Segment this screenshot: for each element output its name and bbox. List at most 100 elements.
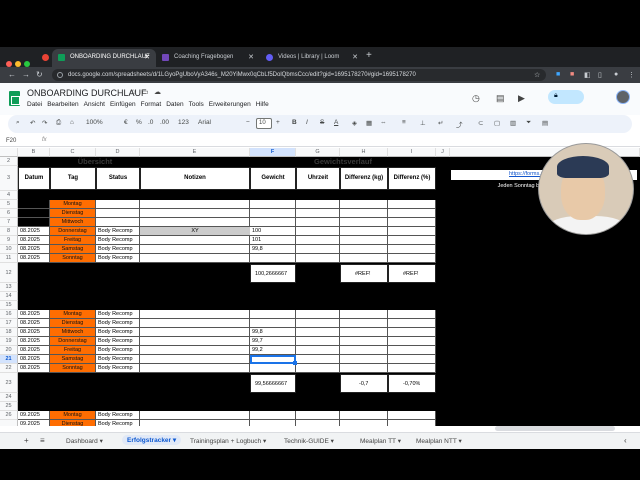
week1-cell[interactable] bbox=[140, 200, 250, 209]
menu-datei[interactable]: Datei bbox=[27, 101, 42, 108]
bold-button[interactable]: B bbox=[292, 119, 297, 126]
week1-avg-cell[interactable]: 100,2666667 bbox=[250, 264, 296, 283]
week1-day[interactable]: Montag bbox=[50, 200, 96, 209]
week3-cell[interactable] bbox=[388, 420, 436, 426]
week2-day[interactable]: Dienstag bbox=[50, 319, 96, 328]
name-box[interactable]: F20 bbox=[6, 138, 16, 144]
week1-diff-pct-cell[interactable]: #REF! bbox=[388, 264, 436, 283]
header-cell-tag[interactable]: Tag bbox=[50, 167, 96, 190]
site-info-icon[interactable] bbox=[57, 72, 63, 78]
week1-cell[interactable] bbox=[140, 236, 250, 245]
week2-weight[interactable]: 99,7 bbox=[250, 337, 296, 346]
google-sheets-logo-icon[interactable] bbox=[9, 91, 20, 106]
currency-format-button[interactable]: € bbox=[124, 119, 128, 126]
week1-cell[interactable] bbox=[140, 209, 250, 218]
week2-date[interactable]: 08.2025 bbox=[18, 337, 50, 346]
row-header[interactable]: 2 bbox=[0, 157, 18, 166]
week1-cell[interactable] bbox=[296, 218, 340, 227]
new-tab-icon[interactable]: + bbox=[366, 50, 372, 61]
week1-date[interactable]: 08.2025 bbox=[18, 227, 50, 236]
row-header[interactable]: 4 bbox=[0, 191, 18, 200]
sheet-tab-erfolgstracker[interactable]: Erfolgstracker ▾ bbox=[122, 435, 182, 445]
row-header[interactable]: 13 bbox=[0, 283, 18, 292]
star-icon[interactable]: ☆ bbox=[130, 88, 136, 96]
menu-format[interactable]: Format bbox=[141, 101, 162, 108]
select-all-corner[interactable] bbox=[0, 148, 18, 157]
tab-coaching[interactable]: Coaching Fragebogen ✕ bbox=[156, 49, 260, 67]
week1-cell[interactable] bbox=[340, 209, 388, 218]
header-cell-status[interactable]: Status bbox=[96, 167, 140, 190]
menu-einfuegen[interactable]: Einfügen bbox=[110, 101, 136, 108]
row-header[interactable]: 18 bbox=[0, 328, 18, 337]
undo-icon[interactable]: ↶ bbox=[30, 119, 35, 127]
redo-icon[interactable]: ↷ bbox=[42, 119, 47, 127]
week1-cell[interactable] bbox=[388, 245, 436, 254]
extension-icon[interactable]: ■ bbox=[570, 71, 578, 79]
increase-font-size-icon[interactable]: + bbox=[276, 119, 280, 126]
row-header[interactable]: 26 bbox=[0, 411, 18, 420]
row-header[interactable]: 20 bbox=[0, 346, 18, 355]
row-header[interactable]: 15 bbox=[0, 301, 18, 310]
week1-status[interactable] bbox=[96, 218, 140, 227]
week1-status[interactable] bbox=[96, 200, 140, 209]
week1-cell[interactable] bbox=[340, 236, 388, 245]
week1-cell[interactable] bbox=[388, 236, 436, 245]
increase-decimal-button[interactable]: .00 bbox=[160, 119, 169, 126]
week2-date[interactable]: 08.2025 bbox=[18, 319, 50, 328]
week3-status[interactable]: Body Recomp bbox=[96, 420, 140, 426]
filter-views-icon[interactable]: ▤ bbox=[542, 119, 548, 127]
borders-icon[interactable]: ▦ bbox=[366, 119, 372, 127]
week1-weight[interactable]: 100 bbox=[250, 227, 296, 236]
week3-cell[interactable] bbox=[296, 411, 340, 420]
week1-weight[interactable] bbox=[250, 209, 296, 218]
week3-cell[interactable] bbox=[140, 420, 250, 426]
header-cell-gewicht[interactable]: Gewicht bbox=[250, 167, 296, 190]
week2-cell[interactable] bbox=[388, 328, 436, 337]
sheet-tab-trainingsplan[interactable]: Trainingsplan + Logbuch ▾ bbox=[190, 437, 266, 445]
week1-cell[interactable] bbox=[388, 218, 436, 227]
week2-cell[interactable] bbox=[140, 364, 250, 373]
week2-cell[interactable] bbox=[140, 337, 250, 346]
document-title[interactable]: ONBOARDING DURCHLAUF bbox=[27, 88, 147, 98]
font-select[interactable]: Arial bbox=[198, 119, 211, 126]
header-cell-uhrzeit[interactable]: Uhrzeit bbox=[296, 167, 340, 190]
week2-day[interactable]: Mittwoch bbox=[50, 328, 96, 337]
row-header-selected[interactable]: 21 bbox=[0, 355, 18, 364]
week2-status[interactable]: Body Recomp bbox=[96, 346, 140, 355]
week1-cell[interactable] bbox=[140, 245, 250, 254]
insert-chart-icon[interactable]: ▥ bbox=[510, 119, 516, 127]
fill-handle[interactable] bbox=[293, 361, 297, 365]
text-rotation-icon[interactable]: ⤴ bbox=[456, 119, 463, 129]
print-icon[interactable]: ⎙ bbox=[56, 119, 61, 127]
week2-date[interactable]: 08.2025 bbox=[18, 364, 50, 373]
row-header[interactable]: 17 bbox=[0, 319, 18, 328]
week1-day[interactable]: Mittwoch bbox=[50, 218, 96, 227]
avatar[interactable] bbox=[616, 90, 630, 104]
meet-video-icon[interactable]: ▶ bbox=[518, 93, 525, 104]
week1-cell[interactable] bbox=[296, 200, 340, 209]
week3-weight[interactable] bbox=[250, 411, 296, 420]
week2-date[interactable]: 08.2025 bbox=[18, 328, 50, 337]
browser-menu-icon[interactable]: ⋮ bbox=[628, 71, 636, 79]
merge-cells-icon[interactable]: ⇔ bbox=[380, 119, 387, 126]
horizontal-scrollbar[interactable] bbox=[495, 426, 615, 431]
row-header[interactable]: 12 bbox=[0, 263, 18, 283]
week1-day[interactable]: Freitag bbox=[50, 236, 96, 245]
sheet-tab-dashboard[interactable]: Dashboard ▾ bbox=[66, 437, 103, 445]
row-header[interactable]: 8 bbox=[0, 227, 18, 236]
week3-cell[interactable] bbox=[296, 420, 340, 426]
add-sheet-icon[interactable]: + bbox=[24, 436, 29, 445]
week1-note-xy[interactable]: XY bbox=[140, 227, 250, 236]
column-header-e[interactable]: E bbox=[140, 148, 250, 157]
tab-loom[interactable]: Videos | Library | Loom ✕ bbox=[260, 49, 364, 67]
row-header[interactable]: 5 bbox=[0, 200, 18, 209]
week1-status[interactable]: Body Recomp bbox=[96, 245, 140, 254]
menu-tools[interactable]: Tools bbox=[189, 101, 204, 108]
extension-icon[interactable]: ■ bbox=[556, 71, 564, 79]
menu-bearbeiten[interactable]: Bearbeiten bbox=[47, 101, 78, 108]
week1-day[interactable]: Donnerstag bbox=[50, 227, 96, 236]
week3-day[interactable]: Montag bbox=[50, 411, 96, 420]
week2-day[interactable]: Samstag bbox=[50, 355, 96, 364]
week1-date[interactable]: 08.2025 bbox=[18, 254, 50, 263]
column-header-j[interactable]: J bbox=[436, 148, 450, 157]
